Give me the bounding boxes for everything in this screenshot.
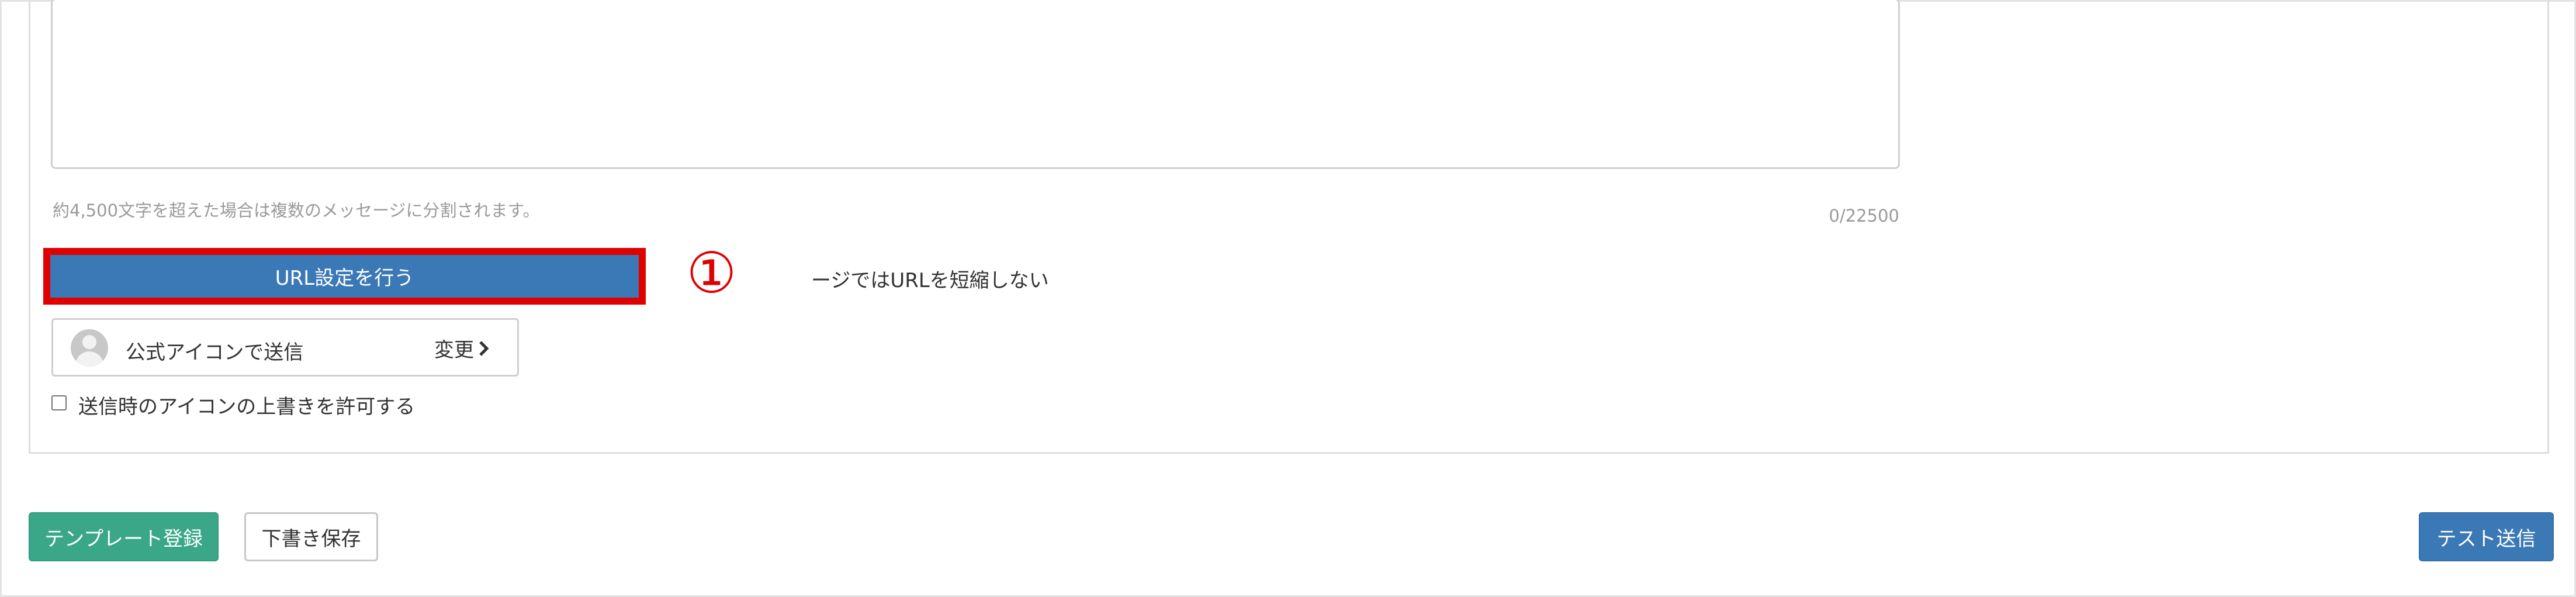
test-send-button[interactable]: テスト送信 [2419, 512, 2554, 561]
change-label: 変更 [434, 339, 474, 362]
sender-icon-label: 公式アイコンで送信 [126, 341, 304, 364]
shorten-option-text: ージではURLを短縮しない [811, 269, 1049, 292]
user-avatar-icon [71, 329, 108, 367]
split-note: 約4,500文字を超えた場合は複数のメッセージに分割されます。 [53, 201, 540, 220]
highlight-annotation [43, 248, 646, 305]
override-icon-label: 送信時のアイコンの上書きを許可する [78, 395, 416, 419]
chevron-right-icon [479, 340, 489, 356]
change-icon-link[interactable]: 変更 [434, 334, 490, 363]
step-number-annotation: ① [686, 240, 737, 306]
message-textarea[interactable] [51, 0, 1900, 169]
save-draft-button[interactable]: 下書き保存 [244, 512, 378, 561]
sender-icon-selector: 公式アイコンで送信 変更 [51, 318, 519, 377]
override-icon-checkbox[interactable] [51, 395, 67, 410]
template-register-button[interactable]: テンプレート登録 [29, 512, 219, 561]
char-counter: 0/22500 [1829, 206, 1899, 226]
